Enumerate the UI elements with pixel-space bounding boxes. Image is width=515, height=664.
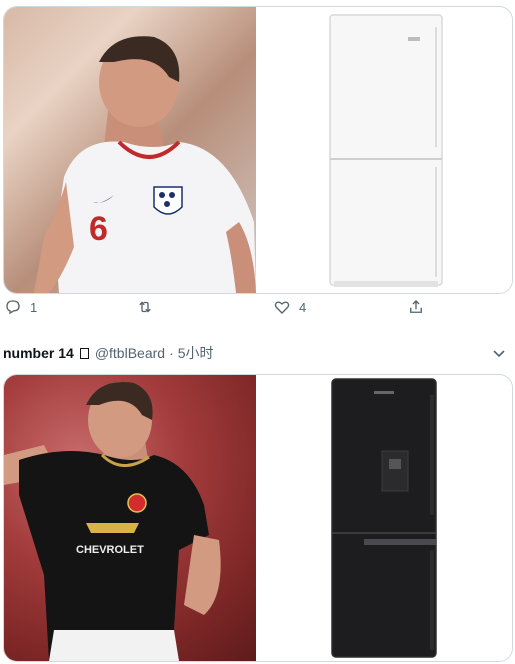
tweet-media-grid: 6 [3,6,513,294]
tweet-action-bar: 1 4 [0,298,515,328]
player-england-illustration: 6 [34,36,256,293]
player-photo-england[interactable]: 6 [4,7,258,293]
share-button[interactable] [407,298,425,316]
chevron-down-icon[interactable] [491,345,507,361]
jersey-sponsor: CHEVROLET [76,544,144,556]
reply-count: 1 [30,299,38,315]
like-button[interactable]: 4 [273,298,306,316]
emoji-placeholder-icon [79,347,89,359]
share-icon [410,300,422,313]
tweet-media-grid-2: CHEVROLET [3,374,513,662]
dot-separator: · [169,345,174,361]
reply-button[interactable]: 1 [4,298,37,316]
author-handle[interactable]: @ftblBeard [95,345,165,361]
retweet-icon [139,301,151,313]
tweet-timestamp[interactable]: 5小时 [178,343,214,363]
white-fridge-illustration [329,14,443,287]
like-count: 4 [299,299,307,315]
jersey-number: 6 [89,210,108,248]
tweet-author-line: number 14 @ftblBeard · 5小时 [3,343,511,363]
player-manutd-illustration: CHEVROLET [4,381,221,661]
author-display-name[interactable]: number 14 [3,345,74,361]
fridge-photo-white[interactable] [258,7,512,293]
black-fridge-illustration [331,378,437,658]
fridge-photo-black[interactable] [258,375,512,661]
heart-icon [274,301,290,314]
retweet-button[interactable] [136,298,154,316]
player-photo-manutd[interactable]: CHEVROLET [4,375,258,661]
reply-icon [6,300,20,315]
